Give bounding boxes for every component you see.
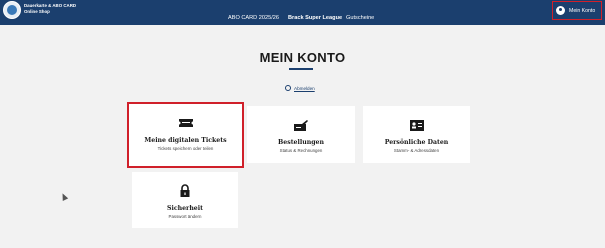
id-card-icon [409,118,425,132]
card-title: Bestellungen [278,139,324,146]
card-personal-data[interactable]: Persönliche Daten Stamm- & Adressdaten [363,106,470,163]
brand-name[interactable]: Dauerkarte & ABO CARD Online Shop [24,3,76,14]
card-subtitle: Status & Rechnungen [279,148,323,153]
title-divider [289,68,313,70]
card-subtitle: Passwort ändern [168,214,202,219]
logout-label: Abmelden [294,85,315,91]
nav-item-gutscheine[interactable]: Gutscheine [346,14,374,22]
main-nav: ABO CARD 2025/26 Brack Super League Guts… [0,14,605,22]
card-title: Persönliche Daten [384,139,449,146]
card-orders[interactable]: Bestellungen Status & Rechnungen [247,106,355,163]
order-icon [293,118,309,132]
my-account-button[interactable]: Mein Konto [552,1,602,20]
logout-link[interactable]: Abmelden [285,84,315,92]
brand-line-1: Dauerkarte & ABO CARD [24,3,77,8]
mouse-cursor-icon [59,192,69,201]
user-icon [556,6,565,15]
lock-icon [179,184,191,198]
top-bar: Dauerkarte & ABO CARD Online Shop ABO CA… [0,0,605,25]
logout-icon [285,85,291,91]
nav-item-abo-card[interactable]: ABO CARD 2025/26 [228,14,279,22]
card-digital-tickets[interactable]: Meine digitalen Tickets Tickets speicher… [127,102,244,168]
card-subtitle: Tickets speichern oder teilen [157,146,214,151]
ticket-icon [178,116,194,130]
page-title: MEIN KONTO [259,50,346,65]
card-subtitle: Stamm- & Adressdaten [393,148,440,153]
card-title: Sicherheit [167,205,203,212]
my-account-label: Mein Konto [569,7,596,14]
card-title: Meine digitalen Tickets [144,137,227,144]
card-security[interactable]: Sicherheit Passwort ändern [132,172,238,228]
nav-item-super-league[interactable]: Brack Super League [288,14,342,22]
